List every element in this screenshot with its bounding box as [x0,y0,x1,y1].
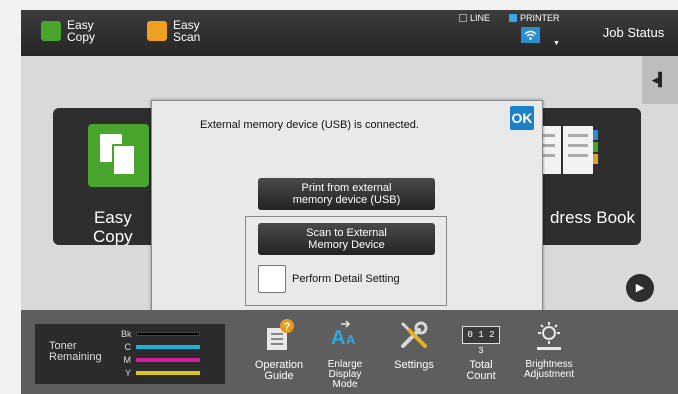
dialog-message: External memory device (USB) is connecte… [200,119,419,131]
toner-bar-yellow [136,371,200,375]
easy-scan-shortcut[interactable]: Easy Scan [147,19,200,43]
usb-connected-dialog: External memory device (USB) is connecte… [151,100,543,327]
scan-to-usb-group: Scan to External Memory Device Perform D… [245,216,447,306]
toner-remaining-panel[interactable]: Toner Remaining Bk C M Y [35,324,225,384]
bottom-bar: Toner Remaining Bk C M Y ? Operation Gui… [21,310,678,394]
line-indicator: LINE [459,13,490,23]
next-page-button[interactable]: ▶ [626,274,654,302]
counter-digits: 0 1 2 3 [467,330,495,356]
detail-setting-checkbox[interactable] [258,265,286,293]
operation-guide-button[interactable]: ? Operation Guide [246,310,312,394]
easy-copy-tile-label: Easy Copy [93,208,133,246]
touch-panel: Easy Copy Easy Scan LINE PRINTER ▼ Job S… [21,10,678,394]
operation-guide-icon: ? [267,319,294,350]
copy-icon [41,21,61,41]
brightness-adjustment-button[interactable]: Brightness Adjustment [516,310,582,394]
printer-label: PRINTER [520,13,560,23]
toner-row-m: M [121,355,200,365]
scan-to-usb-button[interactable]: Scan to External Memory Device [258,223,435,255]
copy-icon [88,124,149,187]
svg-text:A: A [331,327,345,349]
easy-scan-label: Easy Scan [173,18,201,44]
enlarge-text-icon: A A [331,320,356,349]
wifi-icon[interactable] [521,27,540,43]
enlarge-display-button[interactable]: A A Enlarge Display Mode [319,310,371,394]
detail-setting-label[interactable]: Perform Detail Setting [292,273,400,285]
operation-guide-label: Operation Guide [254,359,304,382]
total-count-label: Total Count [466,359,496,382]
toner-key: M [123,355,132,365]
settings-label: Settings [394,359,434,371]
printer-indicator: PRINTER [509,13,560,23]
toner-bar-black [136,332,200,336]
printer-status-square [509,14,517,22]
easy-copy-shortcut[interactable]: Easy Copy [41,19,95,43]
svg-text:?: ? [284,321,291,333]
line-label: LINE [470,13,491,23]
counter-icon: 0 1 2 3 [462,326,500,356]
scan-icon [147,21,167,41]
ok-button[interactable]: OK [510,106,534,130]
wrench-screwdriver-icon [401,321,428,348]
home-screen: ◂▍ Easy Copy dress Book ▶ External memor… [21,56,678,327]
chevron-down-icon[interactable]: ▼ [553,40,560,47]
side-panel-tab[interactable]: ◂▍ [642,56,678,104]
settings-button[interactable]: Settings [386,310,442,394]
svg-text:A: A [346,332,356,347]
toner-bar-magenta [136,358,200,362]
brightness-icon [537,322,561,350]
print-from-usb-button[interactable]: Print from external memory device (USB) [258,178,435,210]
brightness-label: Brightness Adjustment [523,359,575,380]
job-status-button[interactable]: Job Status [589,10,678,56]
toner-row-y: Y [121,368,200,378]
toner-title: Toner Remaining [49,340,102,363]
easy-copy-label: Easy Copy [67,18,96,44]
enlarge-display-label: Enlarge Display Mode [327,359,363,390]
toner-row-bk: Bk [121,329,200,339]
top-bar: Easy Copy Easy Scan LINE PRINTER ▼ Job S… [21,10,678,56]
line-status-square [459,14,467,22]
toner-key: C [124,342,132,352]
toner-bar-cyan [136,345,200,349]
toner-row-c: C [121,342,200,352]
toner-key: Y [124,368,131,378]
total-count-button[interactable]: 0 1 2 3 Total Count [453,310,509,394]
toner-key: Bk [121,329,132,339]
